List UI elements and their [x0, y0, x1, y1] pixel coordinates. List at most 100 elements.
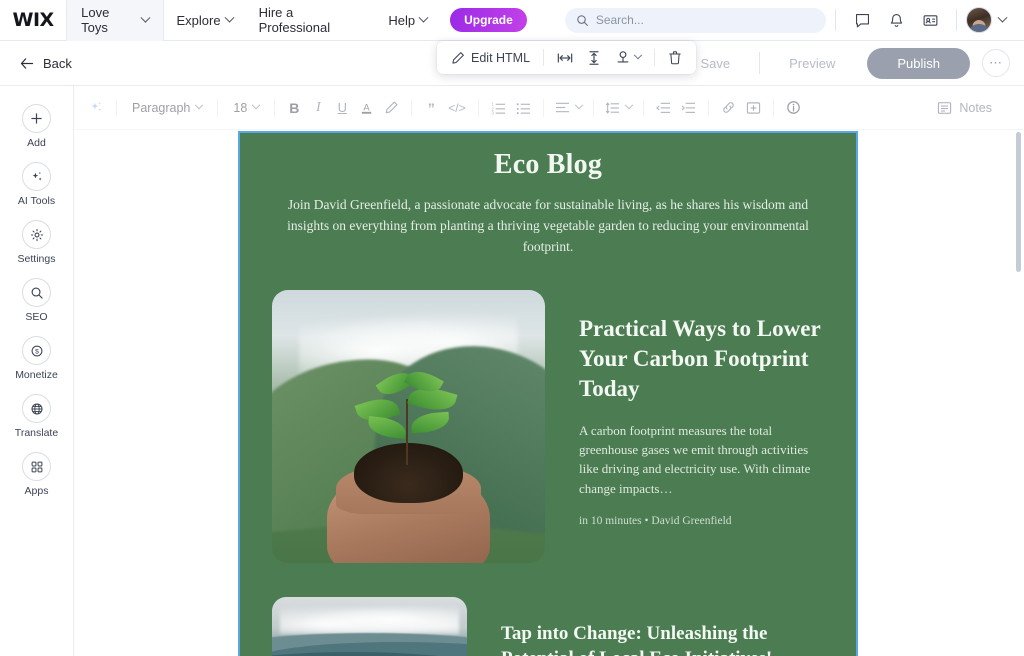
- divider: [217, 98, 219, 117]
- edit-html-button[interactable]: Edit HTML: [445, 45, 536, 71]
- account-menu-button[interactable]: [992, 0, 1012, 41]
- ai-sparkle-button[interactable]: [84, 94, 109, 122]
- sidebar-item-seo[interactable]: SEO: [2, 272, 72, 327]
- sidebar-item-add[interactable]: Add: [2, 98, 72, 153]
- sparkle-icon: [22, 162, 51, 191]
- post-title[interactable]: Practical Ways to Lower Your Carbon Foot…: [579, 314, 824, 405]
- sidebar-item-translate[interactable]: Translate: [2, 388, 72, 443]
- align-vertical-icon: [589, 50, 599, 65]
- info-button[interactable]: [781, 94, 806, 122]
- font-size-value: 18: [233, 100, 248, 115]
- notes-button[interactable]: Notes: [937, 101, 1014, 115]
- publish-button[interactable]: Publish: [867, 47, 970, 79]
- line-spacing-dropdown[interactable]: [601, 94, 636, 122]
- left-sidebar: Add AI Tools Settings SEO $ Monetize Tra…: [0, 86, 74, 656]
- italic-button[interactable]: I: [306, 94, 330, 122]
- align-vertical-button[interactable]: [581, 45, 607, 71]
- divider: [759, 52, 761, 74]
- page-title: Eco Blog: [493, 149, 603, 180]
- site-name-label: Love Toys: [81, 5, 110, 35]
- avatar[interactable]: [966, 7, 993, 33]
- more-options-button[interactable]: ⋯: [982, 49, 1010, 77]
- sidebar-item-label: AI Tools: [17, 195, 56, 207]
- text-align-dropdown[interactable]: [551, 94, 586, 122]
- divider: [956, 9, 958, 31]
- chat-button[interactable]: [845, 0, 879, 41]
- sidebar-item-apps[interactable]: Apps: [2, 446, 72, 501]
- globe-icon: [22, 394, 51, 423]
- editor-canvas[interactable]: Eco Blog Join David Greenfield, a passio…: [74, 130, 1024, 656]
- embed-button[interactable]: [741, 94, 766, 122]
- publish-actions: Save Preview Publish ⋯: [680, 47, 1024, 79]
- highlight-icon: [386, 101, 398, 114]
- bulleted-list-icon: [516, 102, 530, 114]
- plus-icon: [22, 104, 51, 133]
- search-placeholder: Search...: [595, 13, 644, 27]
- nav-explore[interactable]: Explore: [163, 0, 245, 41]
- numbered-list-button[interactable]: 1 2 3: [486, 94, 511, 122]
- bulleted-list-button[interactable]: [511, 94, 536, 122]
- link-icon: [722, 102, 734, 113]
- post-thumbnail-mountains[interactable]: [272, 596, 467, 656]
- indent-button[interactable]: [676, 94, 701, 122]
- preview-button[interactable]: Preview: [769, 56, 855, 71]
- font-size-dropdown[interactable]: 18: [225, 94, 267, 122]
- code-icon: </>: [448, 100, 466, 115]
- sidebar-item-label: Apps: [24, 485, 49, 497]
- notes-icon: [938, 101, 952, 114]
- post-title[interactable]: Tap into Change: Unleashing the Potentia…: [501, 621, 824, 656]
- contacts-button[interactable]: [913, 0, 947, 41]
- outdent-button[interactable]: [651, 94, 676, 122]
- plant-stem: [406, 398, 409, 465]
- line-spacing-icon: [605, 101, 619, 114]
- chevron-down-icon: [224, 12, 235, 23]
- divider: [642, 98, 644, 117]
- italic-icon: I: [315, 99, 321, 115]
- paragraph-style-dropdown[interactable]: Paragraph: [124, 94, 210, 122]
- stretch-horizontal-button[interactable]: [551, 45, 579, 71]
- bold-button[interactable]: B: [282, 94, 306, 122]
- underline-icon: U: [337, 100, 347, 115]
- scrollbar-thumb[interactable]: [1016, 132, 1021, 272]
- blog-post-card[interactable]: Practical Ways to Lower Your Carbon Foot…: [272, 289, 824, 563]
- top-navigation-bar: WIX Love Toys Explore Hire a Professiona…: [0, 0, 1024, 41]
- link-button[interactable]: [716, 94, 741, 122]
- wix-editor-window: WIX Love Toys Explore Hire a Professiona…: [0, 0, 1024, 656]
- highlight-button[interactable]: [379, 94, 404, 122]
- notifications-button[interactable]: [879, 0, 913, 41]
- svg-text:A: A: [364, 102, 371, 112]
- site-selector[interactable]: Love Toys: [67, 0, 163, 41]
- code-button[interactable]: </>: [443, 94, 470, 122]
- blog-post-card[interactable]: Tap into Change: Unleashing the Potentia…: [272, 596, 824, 656]
- post-meta: in 10 minutes • David Greenfield: [579, 514, 732, 527]
- text-color-button[interactable]: A: [354, 94, 379, 122]
- text-color-icon: A: [362, 102, 372, 114]
- chevron-down-icon: [252, 100, 261, 109]
- topbar-actions: [826, 0, 1024, 41]
- sidebar-item-settings[interactable]: Settings: [2, 214, 72, 269]
- nav-explore-label: Explore: [176, 12, 221, 28]
- wix-logo[interactable]: WIX: [0, 9, 66, 31]
- info-icon: [786, 101, 800, 114]
- selected-html-element[interactable]: Eco Blog Join David Greenfield, a passio…: [238, 131, 858, 656]
- canvas-scrollbar[interactable]: [1016, 132, 1021, 652]
- post-excerpt: A carbon footprint measures the total gr…: [579, 422, 811, 496]
- nav-help[interactable]: Help: [375, 0, 440, 41]
- sidebar-item-monetize[interactable]: $ Monetize: [2, 330, 72, 385]
- search-input[interactable]: Search...: [564, 7, 827, 33]
- upgrade-button[interactable]: Upgrade: [450, 8, 527, 32]
- back-button[interactable]: Back: [20, 56, 72, 71]
- edit-html-label: Edit HTML: [471, 50, 531, 65]
- sidebar-item-ai-tools[interactable]: AI Tools: [2, 156, 72, 211]
- arrow-left-icon: [20, 57, 34, 69]
- quote-button[interactable]: ”: [419, 94, 443, 122]
- element-floating-toolbar: Edit HTML: [437, 41, 697, 74]
- divider: [116, 98, 117, 117]
- paragraph-style-value: Paragraph: [132, 100, 191, 115]
- underline-button[interactable]: U: [330, 94, 354, 122]
- sidebar-item-label: SEO: [25, 311, 48, 323]
- delete-button[interactable]: [662, 45, 688, 71]
- post-thumbnail-seedling[interactable]: [272, 289, 545, 563]
- pin-to-page-button[interactable]: [609, 45, 647, 71]
- nav-hire-a-professional[interactable]: Hire a Professional: [246, 0, 376, 41]
